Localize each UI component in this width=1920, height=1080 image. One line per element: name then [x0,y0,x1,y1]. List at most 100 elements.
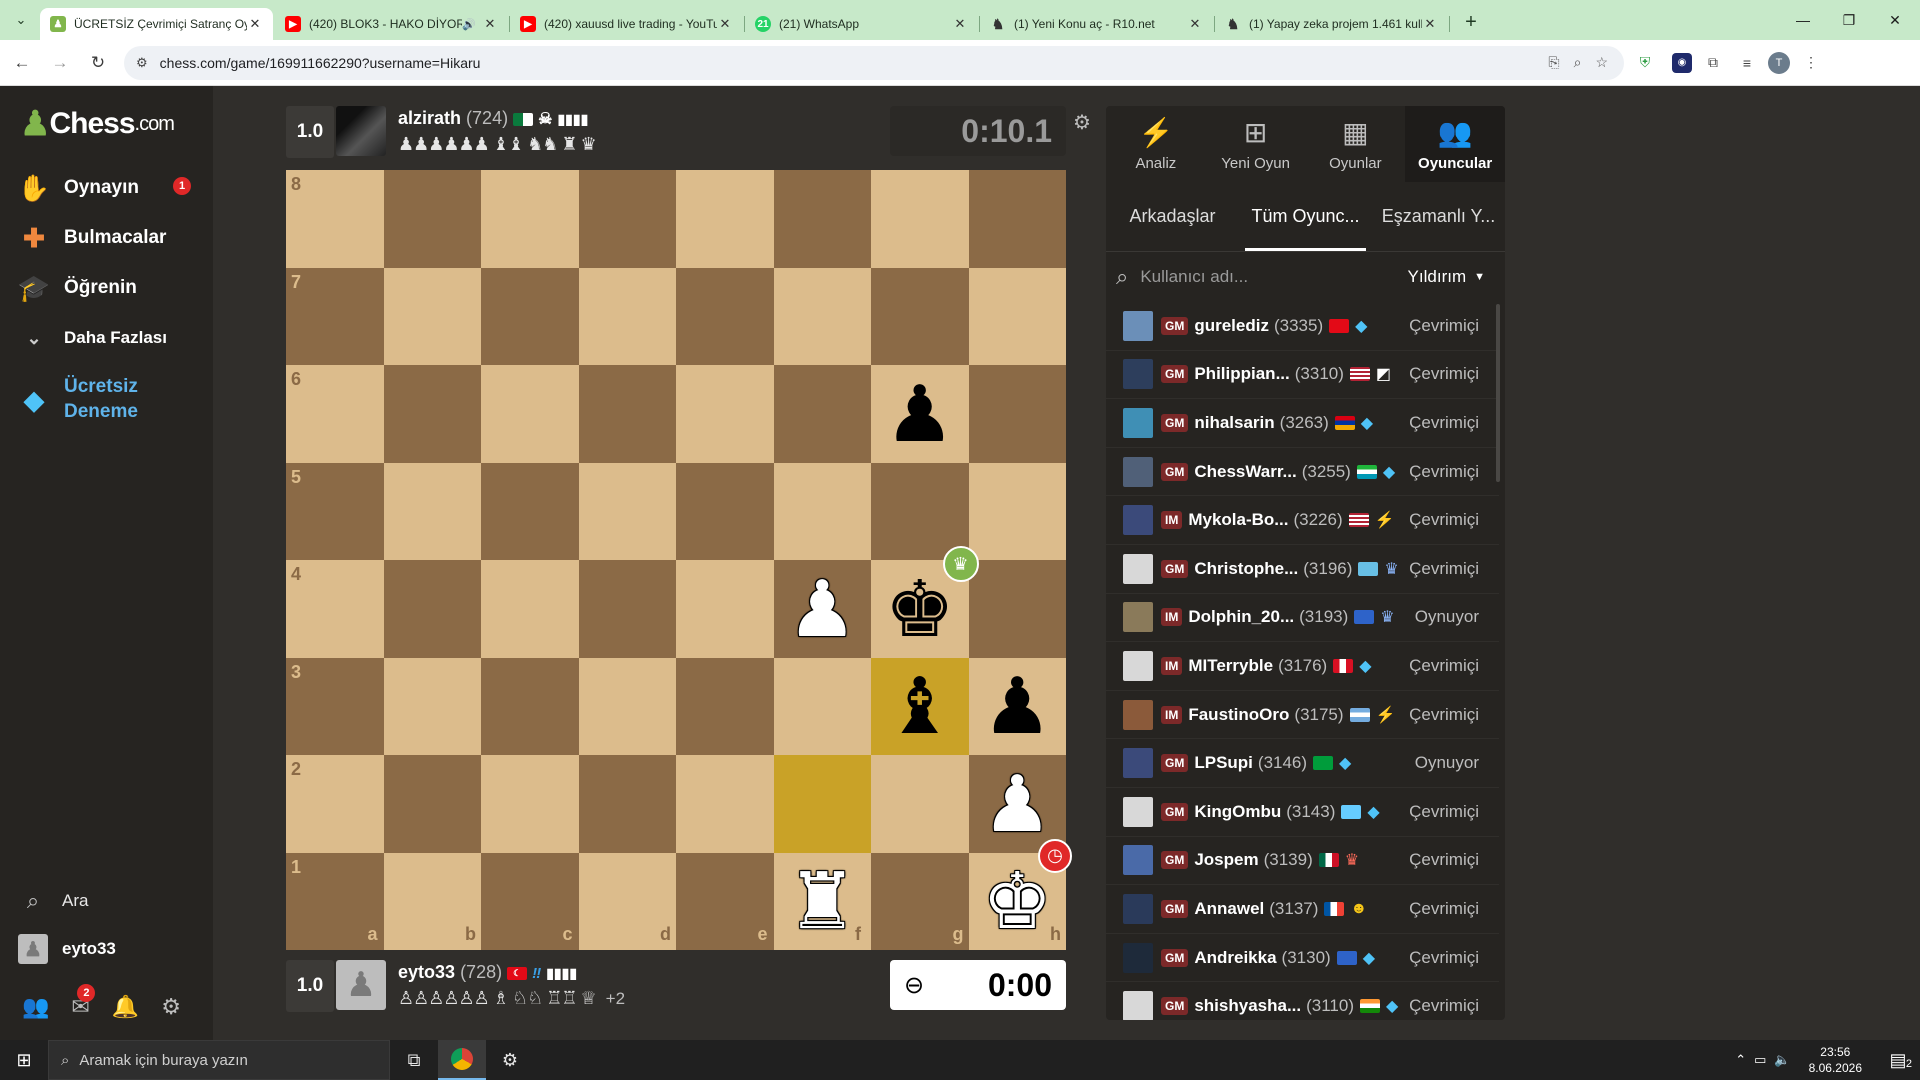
sidebar-item-play[interactable]: ✋ Oynayın [18,172,139,204]
player-row[interactable]: GM ChessWarr... (3255) ◆ Çevrimiçi [1106,448,1499,497]
player-row[interactable]: GM Jospem (3139) ♛ Çevrimiçi [1106,837,1499,886]
forward-arrow-icon[interactable]: → [44,47,76,79]
tab-close-icon[interactable]: ✕ [247,16,263,32]
square-d6[interactable] [578,365,676,463]
square-b6[interactable] [383,365,481,463]
square-b4[interactable] [383,560,481,658]
browser-tab[interactable]: ♟ ÜCRETSİZ Çevrimiçi Satranç Oyunu✕ [40,8,273,40]
square-e5[interactable] [676,462,774,560]
site-info-icon[interactable]: ⚙ [136,55,148,71]
piece-b-g6[interactable]: ♟ [871,365,969,463]
square-h4[interactable] [968,560,1066,658]
square-c8[interactable] [481,170,579,268]
settings-gear-icon[interactable]: ⚙ [486,1040,534,1080]
square-e2[interactable] [676,755,774,853]
player-row[interactable]: IM Dolphin_20... (3193) ♛ Oynuyor [1106,594,1499,643]
sidebar-profile[interactable]: ♟ eyto33 [18,934,116,964]
tab-close-icon[interactable]: ✕ [1187,16,1203,32]
square-c2[interactable] [481,755,579,853]
square-e8[interactable] [676,170,774,268]
zoom-icon[interactable]: ⌕ [1574,54,1582,71]
panel-tab[interactable]: 👥 Oyuncular [1405,106,1505,182]
chess-board[interactable]: 8 7 6 5 4 3 2 1 a b c d e f g h ♟ ♟ ♚ ♝ ♟ ♟ ♜ ♚ ♛ ◷ [286,170,1072,951]
sidebar-item-puzzles[interactable]: ✚ Bulmacalar [18,222,166,254]
players-scrollbar[interactable] [1496,304,1500,482]
square-b7[interactable] [383,267,481,365]
square-h7[interactable] [968,267,1066,365]
new-tab-button[interactable]: + [1456,11,1486,34]
bottom-player-avatar[interactable]: ♟ [336,960,386,1010]
tab-search-chevron-icon[interactable]: ⌄ [6,5,36,35]
username-search-input[interactable] [1140,267,1371,287]
square-b8[interactable] [383,170,481,268]
player-row[interactable]: GM Philippian... (3310) ◩ Çevrimiçi [1106,351,1499,400]
bookmark-star-icon[interactable]: ☆ [1595,54,1608,71]
minimize-button[interactable]: — [1780,0,1826,40]
volume-icon[interactable]: 🔈 [1774,1052,1790,1068]
chrome-icon[interactable] [438,1040,486,1080]
back-arrow-icon[interactable]: ← [6,47,38,79]
browser-tab[interactable]: ▶ (420) xauusd live trading - YouTube ✕ [510,8,745,40]
player-row[interactable]: IM MITerryble (3176) ◆ Çevrimiçi [1106,642,1499,691]
panel-tab[interactable]: ▦ Oyunlar [1306,106,1406,182]
player-row[interactable]: GM KingOmbu (3143) ◆ Çevrimiçi [1106,788,1499,837]
notification-center-icon[interactable]: ▤ 2 [1876,1050,1920,1071]
taskbar-search[interactable]: ⌕ Aramak için buraya yazın [48,1040,390,1080]
tab-close-icon[interactable]: ✕ [952,16,968,32]
square-c5[interactable] [481,462,579,560]
free-trial-link[interactable]: ◆ Ücretsiz Deneme [18,374,138,424]
browser-tab[interactable]: ▶ (420) BLOK3 - HAKO DİYOR 🔊 ✕ [275,8,510,40]
square-f3[interactable] [773,657,871,755]
player-row[interactable]: GM Andreikka (3130) ◆ Çevrimiçi [1106,934,1499,983]
task-view-icon[interactable]: ⧉ [390,1040,438,1080]
square-c7[interactable] [481,267,579,365]
friends-icon[interactable]: 👥 [22,994,49,1020]
piece-b-g3[interactable]: ♝ [871,658,969,756]
square-c3[interactable] [481,657,579,755]
tab-close-icon[interactable]: ✕ [717,16,733,32]
notifications-bell-icon[interactable]: 🔔 [112,994,139,1020]
restore-button[interactable]: ❐ [1826,0,1872,40]
sidebar-search[interactable]: ⌕ Ara [18,888,89,914]
player-row[interactable]: GM nihalsarin (3263) ◆ Çevrimiçi [1106,399,1499,448]
install-app-icon[interactable]: ⎘ [1548,54,1559,71]
player-row[interactable]: GM Annawel (3137) ☻ Çevrimiçi [1106,885,1499,934]
square-f5[interactable] [773,462,871,560]
square-g2[interactable] [871,755,969,853]
player-row[interactable]: IM FaustinoOro (3175) ⚡ Çevrimiçi [1106,691,1499,740]
media-control-icon[interactable]: ≡ [1734,50,1760,76]
square-f7[interactable] [773,267,871,365]
square-g5[interactable] [871,462,969,560]
sidebar-item-more[interactable]: ⌄ Daha Fazlası [18,322,167,354]
settings-gear-icon[interactable]: ⚙ [161,994,181,1020]
shield-extension-icon[interactable]: ⛨ [1632,50,1658,76]
profile-avatar[interactable]: T [1768,51,1790,74]
square-d4[interactable] [578,560,676,658]
close-window-button[interactable]: ✕ [1872,0,1918,40]
browser-tab[interactable]: 21 (21) WhatsApp ✕ [745,8,980,40]
players-subtab[interactable]: Eşzamanlı Y... [1372,182,1505,251]
square-b2[interactable] [383,755,481,853]
square-e7[interactable] [676,267,774,365]
square-g8[interactable] [871,170,969,268]
player-row[interactable]: IM Mykola-Bo... (3226) ⚡ Çevrimiçi [1106,496,1499,545]
reload-icon[interactable]: ↻ [82,47,114,79]
player-row[interactable]: GM shishyasha... (3110) ◆ Çevrimiçi [1106,982,1499,1020]
browser-tab[interactable]: ♞ (1) Yeni Konu aç - R10.net ✕ [980,8,1215,40]
taskbar-clock[interactable]: 23:56 8.06.2026 [1809,1044,1862,1076]
square-c6[interactable] [481,365,579,463]
players-subtab[interactable]: Tüm Oyunc... [1239,182,1372,251]
square-d2[interactable] [578,755,676,853]
panel-tab[interactable]: ⚡ Analiz [1106,106,1206,182]
square-d5[interactable] [578,462,676,560]
address-bar[interactable]: ⚙ chess.com/game/169911662290?username=H… [124,45,1624,80]
piece-w-f1[interactable]: ♜ [774,853,872,951]
extensions-puzzle-icon[interactable]: ⧉ [1700,50,1726,76]
square-f2[interactable] [773,755,871,853]
sort-select[interactable]: Yıldırım ▼ [1408,267,1485,287]
square-g7[interactable] [871,267,969,365]
tray-chevron-icon[interactable]: ⌃ [1735,1052,1746,1068]
players-subtab[interactable]: Arkadaşlar [1106,182,1239,251]
square-e3[interactable] [676,657,774,755]
player-row[interactable]: GM LPSupi (3146) ◆ Oynuyor [1106,739,1499,788]
